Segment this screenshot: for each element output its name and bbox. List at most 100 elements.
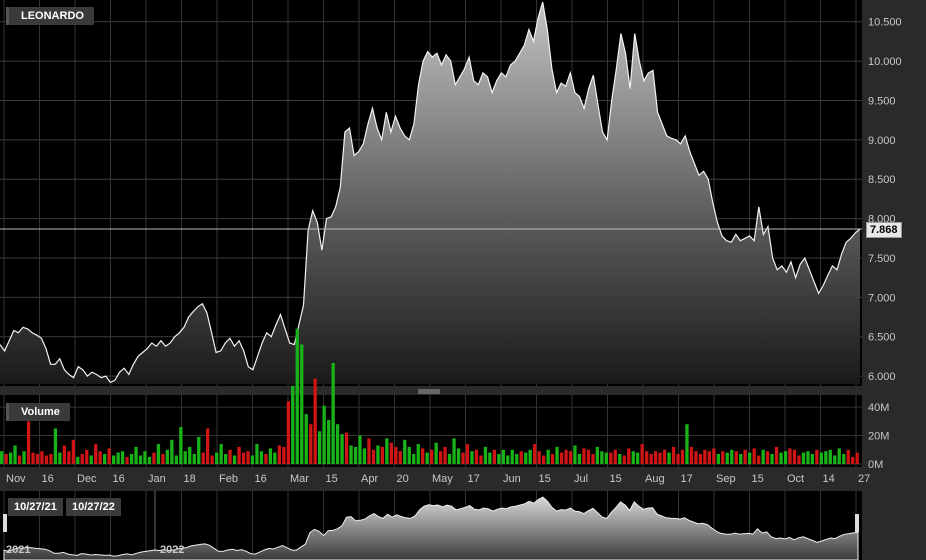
volume-bar	[604, 452, 608, 464]
volume-bar	[147, 456, 152, 464]
volume-bar	[286, 401, 290, 464]
volume-bar	[398, 451, 402, 464]
volume-bar	[654, 451, 658, 464]
volume-bar	[67, 451, 71, 464]
volume-bar	[376, 445, 380, 464]
volume-bar	[183, 451, 187, 464]
x-tick-label: 17	[468, 473, 480, 485]
volume-bar	[474, 449, 479, 464]
volume-bar	[58, 452, 62, 464]
instrument-badge: LEONARDO	[6, 7, 94, 25]
volume-bar	[797, 455, 801, 464]
volume-bar	[192, 454, 196, 464]
volume-bar	[609, 452, 613, 464]
volume-bar	[770, 454, 774, 464]
volume-bar	[170, 439, 174, 464]
volume-bar	[9, 452, 13, 464]
volume-bar	[331, 363, 335, 464]
volume-bar	[618, 454, 622, 464]
volume-bar	[819, 452, 823, 464]
volume-bar	[855, 452, 859, 464]
volume-bar	[103, 454, 107, 464]
x-tick-label: Jul	[574, 473, 588, 485]
x-tick-label: Oct	[787, 473, 804, 485]
x-tick-label: 18	[184, 473, 196, 485]
volume-bar	[627, 448, 631, 464]
navigator-left-handle[interactable]	[3, 514, 7, 532]
volume-bar	[842, 454, 846, 464]
volume-bar	[380, 446, 384, 464]
volume-bar	[107, 448, 111, 464]
volume-bar	[703, 449, 707, 464]
volume-bar	[828, 449, 832, 464]
volume-bar	[277, 445, 281, 464]
volume-bar	[662, 449, 667, 464]
navigator-right-handle[interactable]	[855, 514, 859, 532]
volume-bar	[564, 449, 568, 464]
volume-bar	[515, 454, 519, 464]
volume-bar	[98, 451, 102, 464]
x-tick-label: Apr	[361, 473, 378, 485]
volume-tick-label: 0M	[868, 459, 883, 471]
volume-bar	[447, 454, 452, 464]
volume-bar	[421, 448, 425, 464]
volume-bar	[282, 446, 286, 464]
volume-bar	[519, 451, 523, 464]
volume-bar	[443, 446, 447, 464]
volume-bar	[739, 454, 743, 464]
volume-bar	[439, 451, 443, 464]
volume-bar	[259, 451, 264, 464]
volume-bar	[304, 414, 308, 464]
y-tick-label: 9.000	[868, 135, 896, 147]
volume-bar	[349, 445, 353, 464]
volume-bar	[268, 448, 273, 464]
volume-bar	[555, 446, 559, 464]
volume-bar	[120, 451, 125, 464]
volume-bar	[774, 446, 779, 464]
volume-bar	[524, 452, 528, 464]
volume-bar	[488, 452, 492, 464]
volume-bar	[318, 431, 322, 464]
volume-bar	[510, 449, 514, 464]
volume-bar	[0, 451, 4, 464]
y-tick-label: 6.500	[868, 332, 896, 344]
volume-bar	[358, 435, 362, 464]
x-tick-label: 15	[752, 473, 764, 485]
volume-bar	[165, 449, 169, 464]
x-tick-label: 16	[113, 473, 125, 485]
volume-bar	[698, 454, 703, 464]
volume-bar	[89, 455, 93, 464]
x-tick-label: 27	[858, 473, 870, 485]
volume-bar	[309, 424, 313, 464]
volume-bar	[479, 455, 483, 464]
x-tick-label: Feb	[219, 473, 238, 485]
x-tick-label: 14	[823, 473, 835, 485]
volume-bar	[210, 455, 214, 464]
volume-bar	[94, 444, 98, 464]
x-tick-label: Dec	[77, 473, 97, 485]
x-tick-label: Mar	[290, 473, 309, 485]
panel-resize-handle[interactable]	[418, 389, 440, 394]
volume-bar	[430, 449, 434, 464]
volume-bar	[765, 451, 770, 464]
volume-bar	[649, 454, 653, 464]
volume-bar	[129, 454, 134, 464]
x-tick-label: 15	[610, 473, 622, 485]
volume-bar	[452, 438, 456, 464]
volume-bar	[143, 451, 147, 464]
y-tick-label: 7.500	[868, 253, 896, 265]
volume-bar	[636, 452, 640, 464]
volume-bar	[322, 405, 326, 464]
volume-bar	[483, 446, 488, 464]
volume-bar	[264, 454, 268, 464]
volume-bar	[434, 442, 438, 464]
y-tick-label: 10.500	[868, 17, 902, 29]
x-tick-label: 16	[255, 473, 267, 485]
volume-badge: Volume	[6, 403, 70, 421]
volume-bar	[367, 438, 371, 464]
x-tick-label: Sep	[716, 473, 736, 485]
range-start-date[interactable]: 10/27/21	[8, 498, 63, 516]
volume-bar	[712, 448, 716, 464]
volume-bar	[465, 444, 470, 464]
range-end-date[interactable]: 10/27/22	[66, 498, 121, 516]
